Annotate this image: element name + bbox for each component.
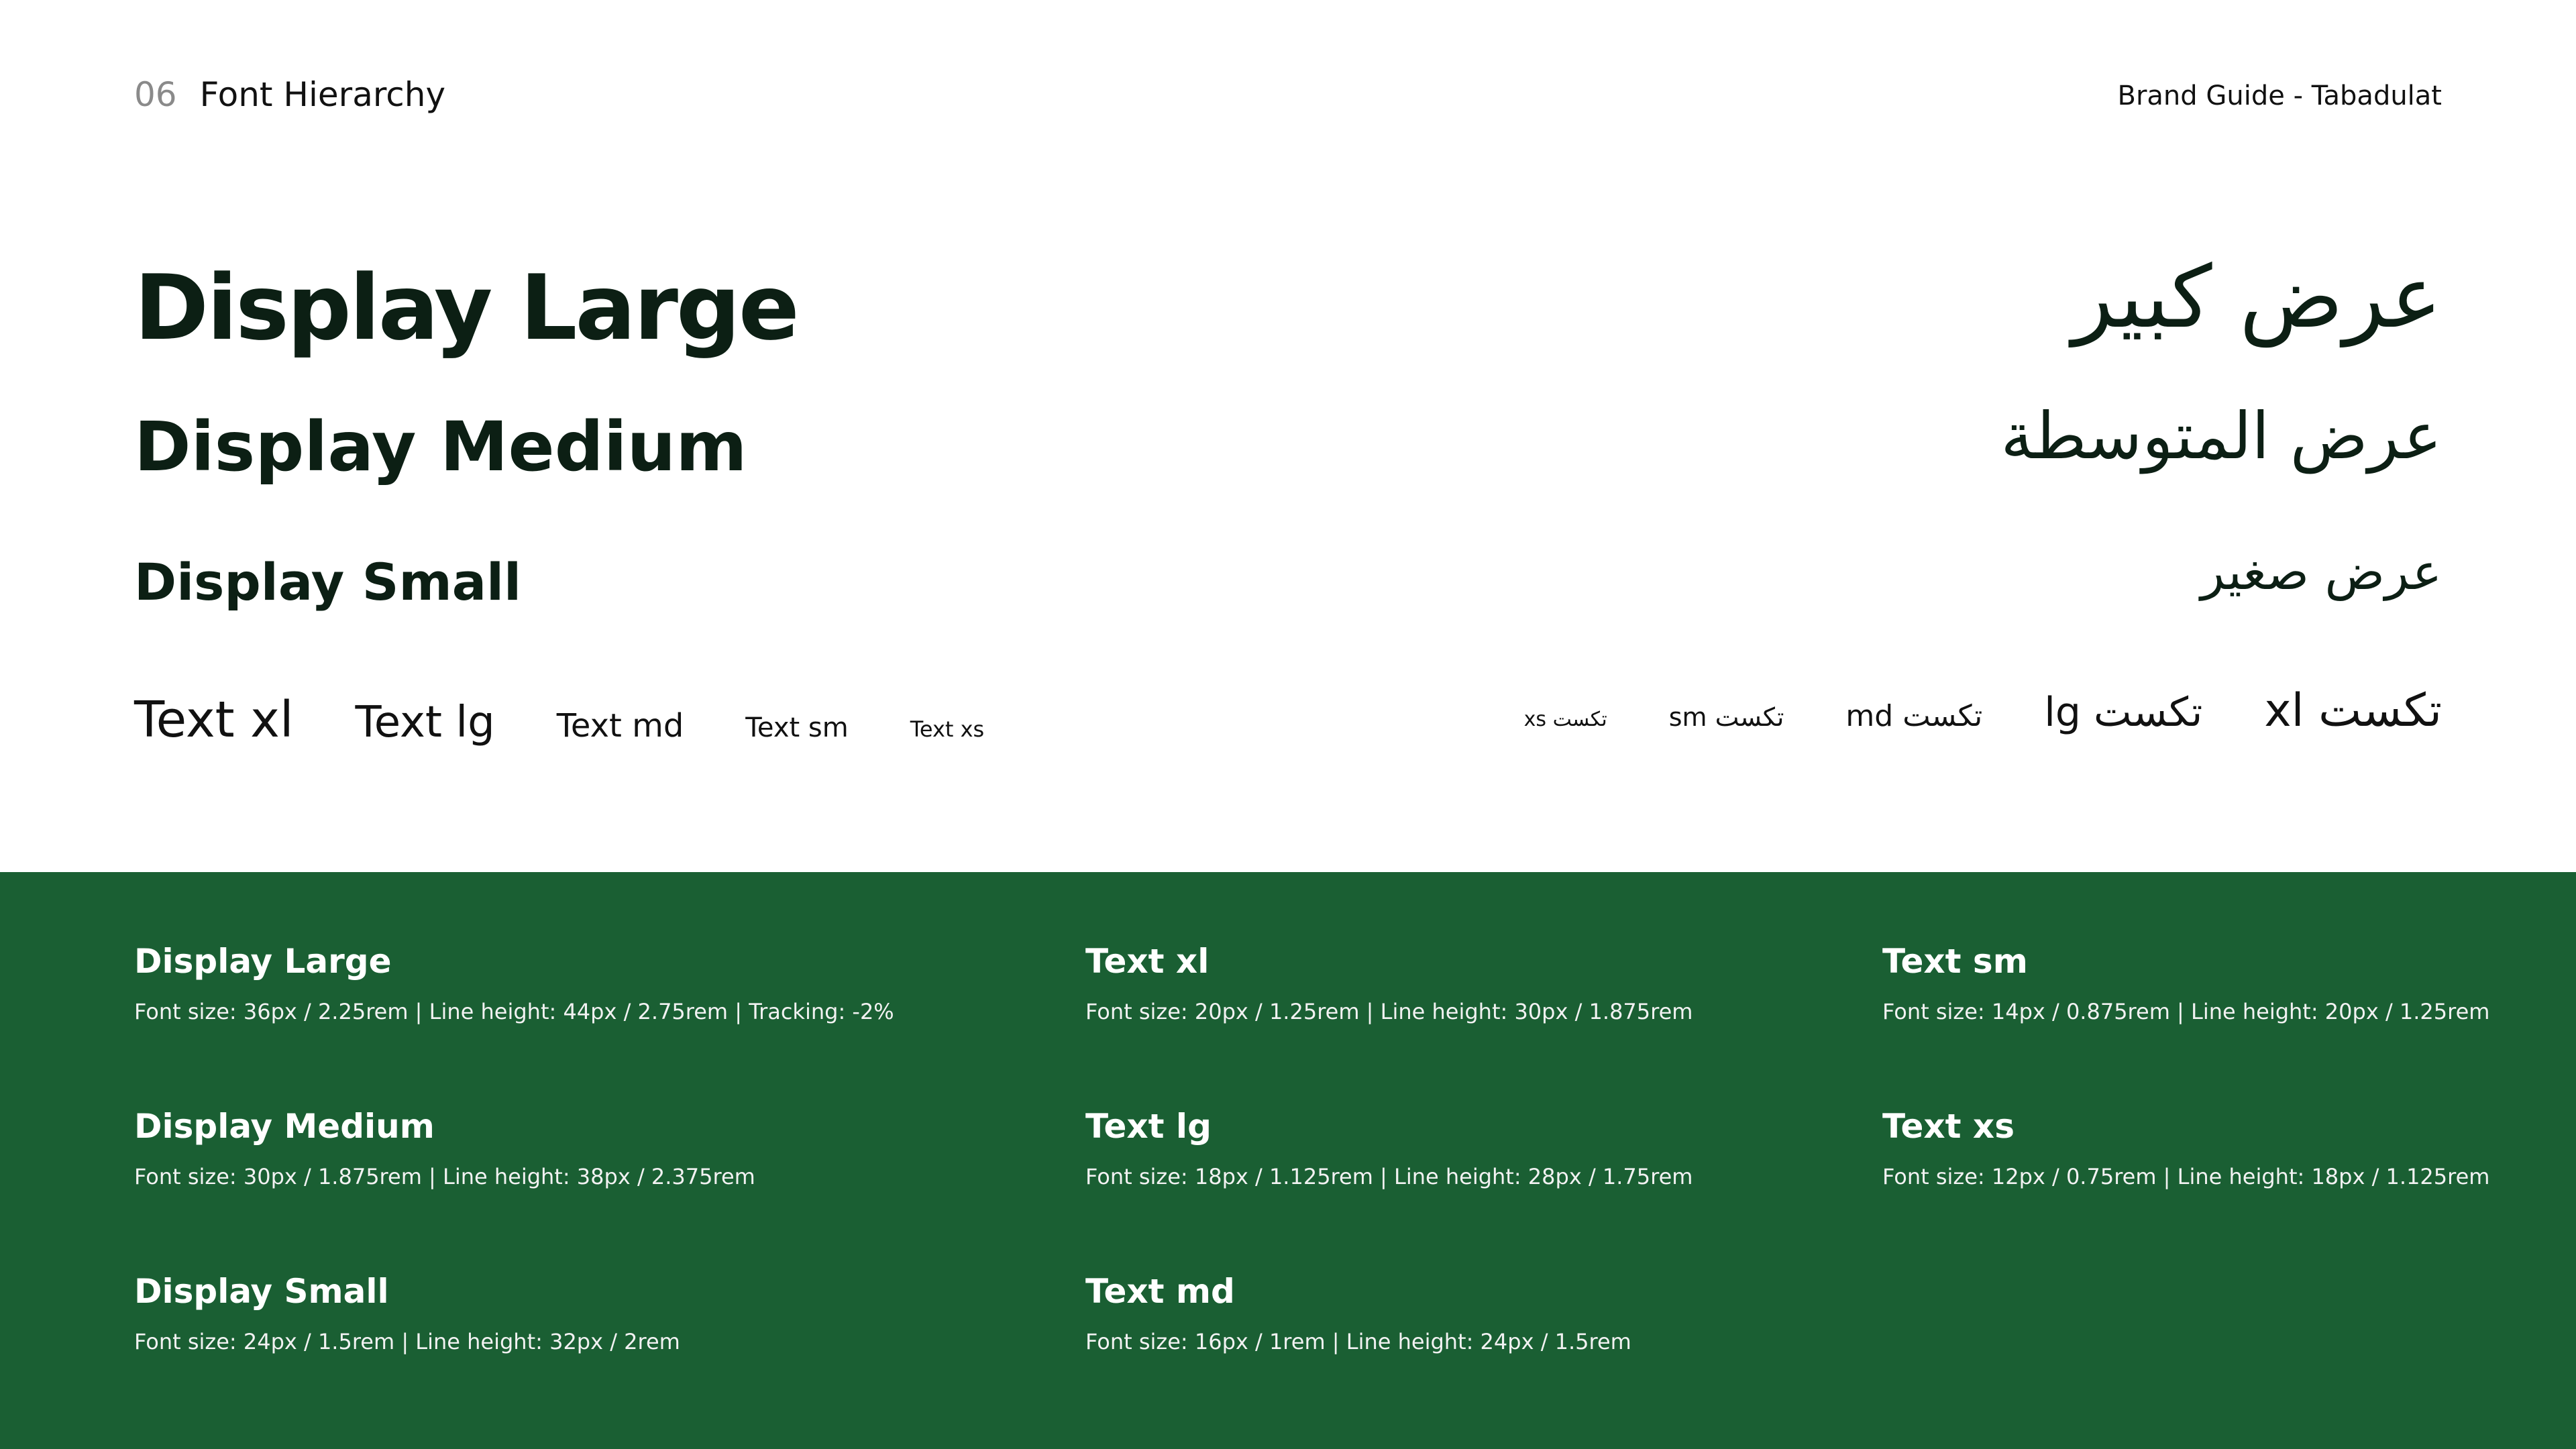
spec-description: Font size: 14px / 0.875rem | Line height… bbox=[1882, 999, 2490, 1024]
arabic-display-small-sample: عرض صغير bbox=[2200, 543, 2442, 601]
arabic-text-lg-sample: تكست lg bbox=[2044, 689, 2203, 736]
spec-description: Font size: 36px / 2.25rem | Line height:… bbox=[134, 999, 894, 1024]
text-lg-sample: Text lg bbox=[355, 698, 495, 747]
spec-display-large: Display Large Font size: 36px / 2.25rem … bbox=[134, 945, 894, 1022]
spec-title: Text xs bbox=[1882, 1107, 2015, 1146]
spec-description: Font size: 16px / 1rem | Line height: 24… bbox=[1085, 1329, 1631, 1354]
spec-title: Display Large bbox=[134, 942, 392, 981]
brand-guide-page: 06 Font Hierarchy Brand Guide - Tabadula… bbox=[0, 0, 2576, 1449]
text-samples-row: Text xl Text lg Text md Text sm Text xs bbox=[134, 691, 984, 749]
type-specs-panel: Display Large Font size: 36px / 2.25rem … bbox=[0, 872, 2576, 1449]
display-small-sample: Display Small bbox=[134, 552, 522, 612]
spec-title: Text xl bbox=[1085, 942, 1210, 981]
spec-description: Font size: 12px / 0.75rem | Line height:… bbox=[1882, 1164, 2490, 1189]
text-sm-sample: Text sm bbox=[745, 712, 849, 743]
arabic-text-xl-sample: تكست xl bbox=[2264, 684, 2442, 737]
text-xs-sample: Text xs bbox=[910, 716, 985, 742]
page-header: 06 Font Hierarchy bbox=[134, 75, 445, 114]
arabic-text-md-sample: تكست md bbox=[1845, 699, 1983, 733]
arabic-display-medium-sample: عرض المتوسطة bbox=[2000, 398, 2442, 474]
text-xl-sample: Text xl bbox=[134, 691, 294, 749]
text-md-sample: Text md bbox=[556, 707, 684, 745]
spec-description: Font size: 24px / 1.5rem | Line height: … bbox=[134, 1329, 680, 1354]
spec-description: Font size: 30px / 1.875rem | Line height… bbox=[134, 1164, 755, 1189]
spec-text-lg: Text lg Font size: 18px / 1.125rem | Lin… bbox=[1085, 1110, 1693, 1187]
spec-title: Display Small bbox=[134, 1272, 389, 1311]
spec-text-sm: Text sm Font size: 14px / 0.875rem | Lin… bbox=[1882, 945, 2489, 1022]
spec-description: Font size: 18px / 1.125rem | Line height… bbox=[1085, 1164, 1693, 1189]
spec-description: Font size: 20px / 1.25rem | Line height:… bbox=[1085, 999, 1693, 1024]
display-medium-sample: Display Medium bbox=[134, 407, 747, 487]
spec-title: Text sm bbox=[1882, 942, 2028, 981]
spec-text-xs: Text xs Font size: 12px / 0.75rem | Line… bbox=[1882, 1110, 2489, 1187]
spec-title: Text md bbox=[1085, 1272, 1235, 1311]
spec-display-medium: Display Medium Font size: 30px / 1.875re… bbox=[134, 1110, 755, 1187]
display-large-sample: Display Large bbox=[134, 256, 800, 360]
section-number: 06 bbox=[134, 75, 177, 114]
spec-text-xl: Text xl Font size: 20px / 1.25rem | Line… bbox=[1085, 945, 1693, 1022]
arabic-text-sm-sample: تكست sm bbox=[1668, 702, 1784, 732]
arabic-text-samples-row: تكست xl تكست lg تكست md تكست sm تكست xs bbox=[1524, 684, 2442, 737]
section-title: Font Hierarchy bbox=[199, 75, 446, 114]
spec-title: Display Medium bbox=[134, 1107, 435, 1146]
spec-display-small: Display Small Font size: 24px / 1.5rem |… bbox=[134, 1275, 680, 1352]
arabic-text-xs-sample: تكست xs bbox=[1523, 708, 1607, 731]
spec-text-md: Text md Font size: 16px / 1rem | Line he… bbox=[1085, 1275, 1631, 1352]
spec-title: Text lg bbox=[1085, 1107, 1212, 1146]
arabic-display-large-sample: عرض كبير bbox=[2072, 248, 2442, 347]
brand-label: Brand Guide - Tabadulat bbox=[2117, 80, 2442, 111]
type-specimen-section: 06 Font Hierarchy Brand Guide - Tabadula… bbox=[0, 0, 2576, 872]
